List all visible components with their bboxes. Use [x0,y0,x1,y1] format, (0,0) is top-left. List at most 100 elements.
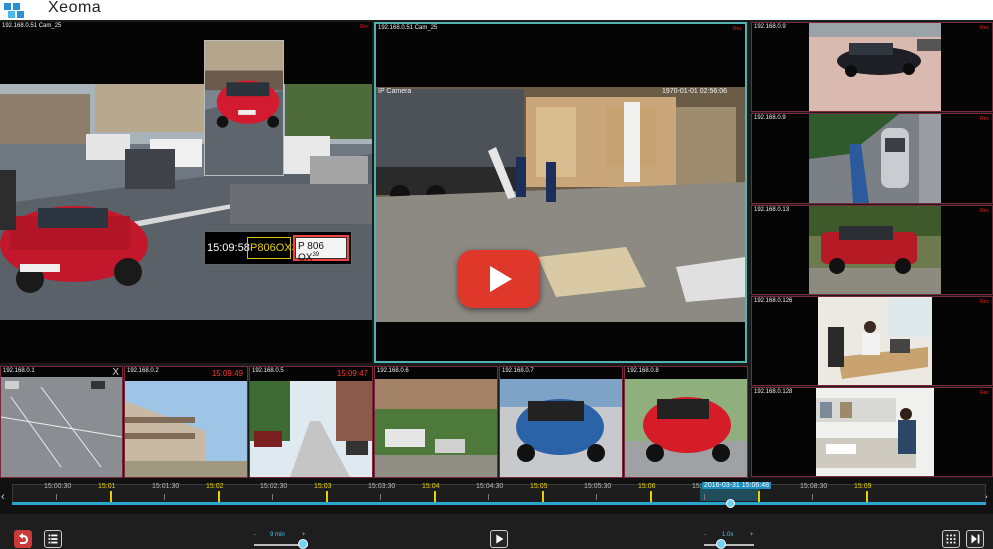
warehouse-scene-image [376,87,745,322]
camera-label: 192.168.0.7 [502,368,534,374]
building-scene-image [125,381,247,477]
timeline-recorded-bar [12,502,986,505]
close-icon[interactable]: X [112,367,119,378]
control-bar: - 9 min + - 1.0x + [0,514,993,549]
parking-lot-scene-image [809,114,941,203]
play-icon[interactable] [490,530,508,548]
camera-label: 192.168.0.2 [127,368,159,374]
camera-label: 192.168.0.51 Cam_25 [2,23,62,29]
timeline-tick [56,494,57,500]
speed-slider-plus[interactable]: + [750,532,754,538]
camera-tile-main-left[interactable]: 192.168.0.51 Cam_25 Rec 15:09:58 P806OX3… [0,22,372,363]
video-play-button[interactable] [458,250,540,308]
skip-next-icon[interactable] [966,530,984,548]
timeline-tick-label: 15:04:30 [476,483,504,490]
xeoma-window: Xeoma 192.168.0.51 Cam_25 Rec 15:09:58 P… [0,0,993,549]
timeline-left-arrow-icon[interactable]: ‹ [1,491,5,503]
plate-snapshot-image [204,40,284,176]
plate-time: 15:09:58 [207,242,250,254]
timeline-tick-label: 15:01:30 [152,483,180,490]
timeline-tick-label: 15:03:30 [368,483,396,490]
camera-label: 192.168.0.1 [3,368,35,374]
timeline-tick-label: 15:03 [314,483,332,490]
garden-scene-image [375,379,497,477]
office-desk-scene-image [818,297,932,385]
timeline-tick-label: 15:05:30 [584,483,612,490]
camera-tile-right-4[interactable]: 192.168.0.126 Rec [751,296,993,386]
recording-indicator: Rec [980,25,989,31]
timeline[interactable]: ‹ › 15:00:3015:0115:01:3015:0215:02:3015… [0,478,993,514]
timeline-tick-label: 15:09 [854,483,872,490]
camera-label: 192.168.0.128 [754,389,793,395]
red-car-scene-image [625,379,747,477]
timeline-tick [704,494,705,500]
interval-slider-handle[interactable] [298,539,308,549]
camera-tile-right-2[interactable]: 192.168.0.9 Rec [751,113,993,204]
overlay-date: 1970-01-01 02:56:06 [662,88,727,95]
recording-indicator: Rec [980,299,989,305]
interval-slider-value: 9 min [270,532,285,538]
undo-icon[interactable] [14,530,32,548]
camera-timestamp: 15:09:47 [336,369,368,378]
recording-indicator: Rec [980,116,989,122]
speed-slider-handle[interactable] [716,539,726,549]
timeline-tick-label: 15:01 [98,483,116,490]
timeline-tick [380,494,381,500]
red-suv-scene-image [809,206,941,294]
speed-slider-minus[interactable]: - [704,532,706,538]
title-bar: Xeoma [0,0,993,20]
camera-tile-bottom-5[interactable]: 192.168.0.7 [499,366,623,478]
interval-slider-plus[interactable]: + [302,532,306,538]
interval-slider-minus[interactable]: - [254,532,256,538]
recording-indicator: Rec [980,208,989,214]
camera-tile-main-center[interactable]: 192.168.0.51 Cam_25 Rec IP Camera 1970-0… [374,22,747,363]
camera-tile-right-5[interactable]: 192.168.0.128 Rec [751,387,993,477]
street-scene-image [0,84,372,320]
timeline-cursor-handle[interactable] [726,499,735,508]
timeline-tick-label: 15:05 [530,483,548,490]
timeline-tick [272,494,273,500]
camera-tile-bottom-2[interactable]: 192.168.0.2 15:09:49 [124,366,248,478]
office-worker-scene-image [816,388,934,476]
list-icon[interactable] [44,530,62,548]
parked-car-scene-image [809,23,941,111]
plate-number: P806OX39 [247,237,304,259]
camera-label: 192.168.0.9 [754,24,786,30]
camera-label: 192.168.0.6 [377,368,409,374]
parking-aerial-scene-image [1,377,122,477]
camera-label: 192.168.0.8 [627,368,659,374]
recording-indicator: Rec [980,390,989,396]
app-title: Xeoma [48,0,102,16]
camera-label: 192.168.0.13 [754,207,790,213]
camera-tile-bottom-3[interactable]: 192.168.0.5 15:09:47 [249,366,373,478]
speed-slider-value: 1.0x [722,532,734,538]
camera-tile-right-1[interactable]: 192.168.0.9 Rec [751,22,993,112]
plate-image: P 806 OX39 [293,235,349,263]
camera-tile-right-3[interactable]: 192.168.0.13 Rec [751,205,993,295]
plate-recognition-result: 15:09:58 P806OX39 P 806 OX39 [204,231,352,265]
timeline-tick [596,494,597,500]
timeline-cursor-time: 2016-03-31 15:06:48 [702,482,771,489]
camera-tile-bottom-4[interactable]: 192.168.0.6 [374,366,498,478]
timeline-tick [812,494,813,500]
camera-label: 192.168.0.9 [754,115,786,121]
timeline-tick-label: 15:00:30 [44,483,72,490]
timeline-tick-label: 15:06 [638,483,656,490]
timeline-tick [164,494,165,500]
recording-indicator: Rec [360,24,369,30]
camera-label: 192.168.0.126 [754,298,793,304]
xeoma-logo-icon [2,1,30,19]
camera-timestamp: 15:09:49 [211,369,243,378]
timeline-tick [488,494,489,500]
camera-tile-bottom-1[interactable]: 192.168.0.1 X [0,366,123,478]
grid-icon[interactable] [942,530,960,548]
timeline-tick-label: 15:02:30 [260,483,288,490]
timeline-tick-label: 15:04 [422,483,440,490]
speed-slider-track[interactable] [704,544,754,546]
camera-label: 192.168.0.51 Cam_25 [378,25,438,31]
overlay-camera-name: IP Camera [378,88,412,95]
camera-tile-bottom-6[interactable]: 192.168.0.8 [624,366,748,478]
blue-car-scene-image [500,379,622,477]
plate-image-text: P 806 OX39 [295,237,347,263]
camera-label: 192.168.0.5 [252,368,284,374]
